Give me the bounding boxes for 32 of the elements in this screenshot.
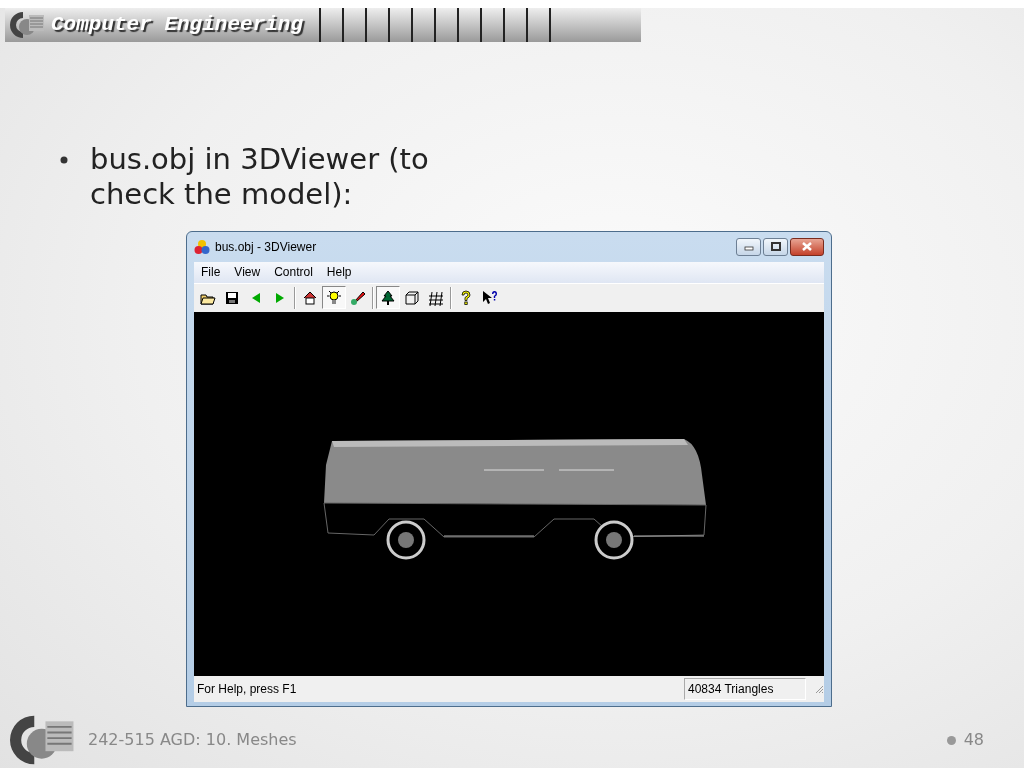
bullet-icon [946, 735, 956, 745]
cube-icon [404, 289, 420, 306]
house-icon [302, 289, 318, 306]
footer-text: 242-515 AGD: 10. Meshes [88, 729, 297, 751]
resize-grip-icon [814, 683, 824, 694]
minimize-icon [744, 246, 753, 251]
save-icon [224, 289, 240, 306]
menu-item[interactable]: Help [319, 261, 359, 283]
menu-item[interactable]: File [194, 261, 228, 283]
window-title: bus.obj - 3DViewer [215, 238, 317, 256]
close-icon [801, 242, 813, 252]
bullet-icon [60, 156, 68, 164]
page-number: 48 [963, 729, 984, 751]
grid-icon [428, 289, 444, 306]
paint-brush-icon [350, 289, 366, 306]
menu-item[interactable]: Control [267, 261, 320, 283]
help-icon [458, 289, 474, 306]
maximize-button[interactable] [763, 237, 788, 256]
light-bulb-icon [326, 289, 342, 306]
triangle-count: 40834 Triangles [684, 677, 806, 700]
banner-title: Computer Engineering [51, 12, 304, 39]
light-button[interactable] [322, 286, 346, 310]
status-message: For Help, press F1 [197, 680, 297, 698]
menu-item[interactable]: View [227, 261, 268, 283]
tree-button[interactable] [376, 286, 400, 310]
app-icon [194, 238, 210, 255]
maximize-icon [770, 242, 781, 252]
close-button[interactable] [790, 237, 824, 256]
bullet-text: bus.obj in 3DViewer (to check the model): [90, 142, 430, 213]
tree-icon [380, 289, 396, 306]
minimize-button[interactable] [736, 237, 761, 256]
help-pointer-icon [482, 289, 498, 306]
